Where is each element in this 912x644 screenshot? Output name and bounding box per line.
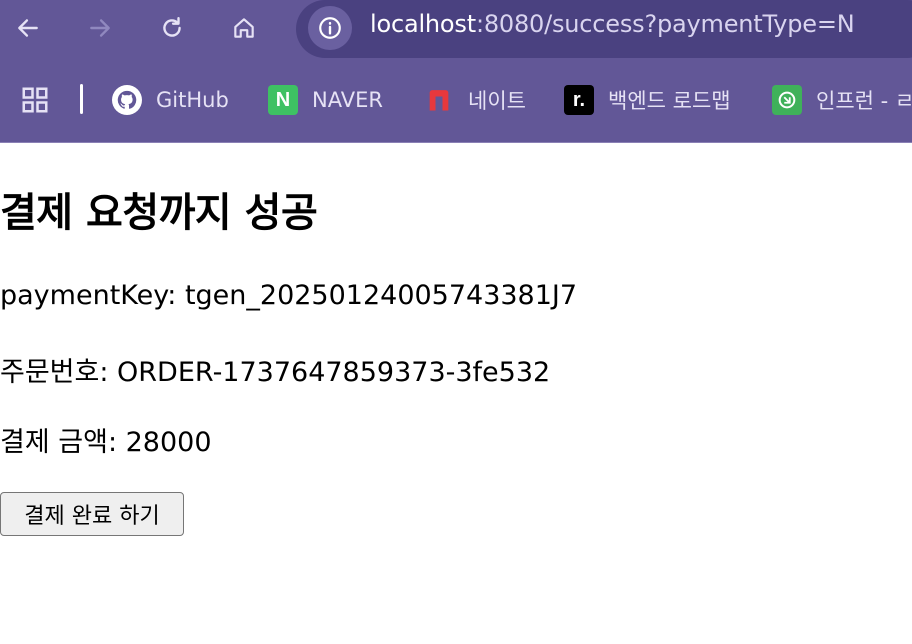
bookmark-label: 네이트: [468, 89, 526, 113]
browser-toolbar: localhost:8080/success?paymentType=N: [0, 0, 912, 60]
address-url[interactable]: localhost:8080/success?paymentType=N: [370, 10, 855, 38]
bookmark-nate[interactable]: 네이트: [424, 78, 526, 122]
browser-chrome: localhost:8080/success?paymentType=N Git…: [0, 0, 912, 143]
complete-payment-button[interactable]: 결제 완료 하기: [0, 492, 184, 536]
back-button[interactable]: [8, 8, 48, 48]
bookmark-naver[interactable]: N NAVER: [268, 78, 383, 122]
url-path: :8080/success?paymentType=N: [475, 10, 855, 38]
bookmark-label: 인프런 - ㄹ: [816, 89, 912, 113]
bookmark-label: GitHub: [156, 88, 229, 112]
naver-icon: N: [268, 85, 298, 115]
forward-arrow-icon: [90, 19, 110, 37]
order-number-text: 주문번호: ORDER-1737647859373-3fe532: [0, 357, 551, 388]
payment-key-text: paymentKey: tgen_20250124005743381J7: [0, 280, 578, 311]
home-button[interactable]: [224, 8, 264, 48]
bookmarks-bar: GitHub N NAVER 네이트 r. 백엔드 로드맵 인프런 - ㄹ: [0, 78, 912, 122]
github-icon: [112, 85, 142, 115]
site-info-icon[interactable]: [308, 6, 352, 50]
back-arrow-icon: [18, 19, 38, 37]
reload-button[interactable]: [152, 8, 192, 48]
nate-icon: [424, 85, 454, 115]
roadmap-icon: r.: [564, 85, 594, 115]
payment-amount-text: 결제 금액: 28000: [0, 427, 212, 458]
bookmark-label: NAVER: [312, 88, 383, 112]
inflearn-icon: [772, 85, 802, 115]
reload-icon: [163, 17, 181, 37]
home-icon: [234, 18, 254, 38]
page-title: 결제 요청까지 성공: [0, 190, 318, 236]
url-host: localhost: [370, 10, 476, 38]
bookmark-label: 백엔드 로드맵: [608, 89, 731, 113]
bookmark-inflearn[interactable]: 인프런 - ㄹ: [772, 78, 912, 122]
bookmark-roadmap[interactable]: r. 백엔드 로드맵: [564, 78, 731, 122]
bookmark-github[interactable]: GitHub: [112, 78, 229, 122]
forward-button[interactable]: [80, 8, 120, 48]
